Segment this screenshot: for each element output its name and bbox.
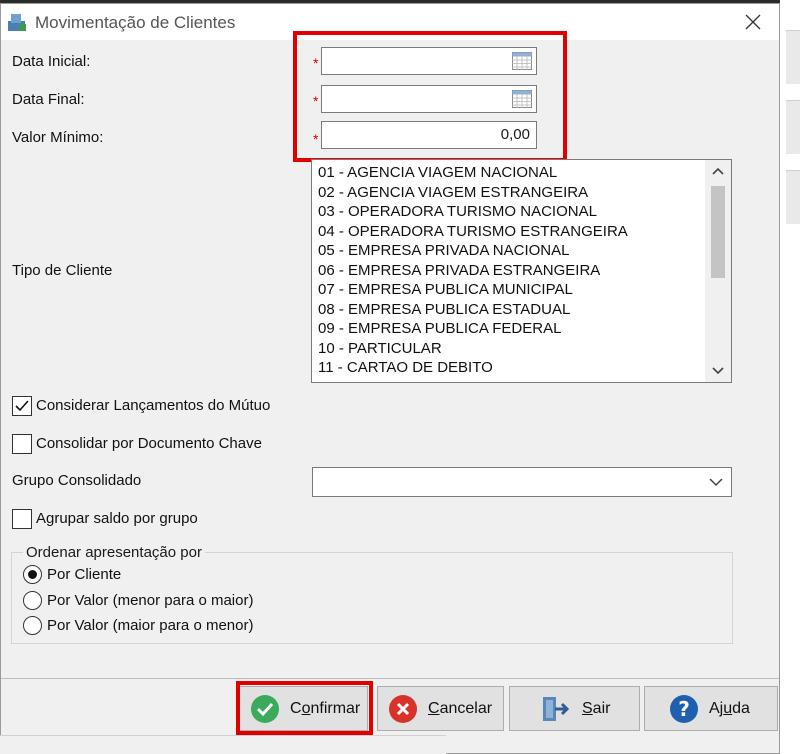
tipo-cliente-listbox[interactable]: 01 - AGENCIA VIAGEM NACIONAL 02 - AGENCI… [311,159,732,383]
list-item[interactable]: 10 - PARTICULAR [318,339,628,359]
background-bottom [0,735,446,754]
list-item[interactable]: 03 - OPERADORA TURISMO NACIONAL [318,202,628,222]
ajuda-button[interactable]: ? Ajuda [644,686,778,731]
list-item[interactable]: 02 - AGENCIA VIAGEM ESTRANGEIRA [318,183,628,203]
tipo-cliente-label: Tipo de Cliente [12,262,113,279]
sair-button[interactable]: Sair [509,686,640,731]
cancelar-button[interactable]: Cancelar [377,686,504,731]
data-final-label: Data Final: [12,91,85,108]
window-title: Movimentação de Clientes [35,13,236,32]
close-icon [745,14,761,30]
calendar-icon[interactable] [512,52,532,70]
data-final-input[interactable] [321,85,537,113]
chevron-down-icon [709,478,723,487]
considerar-mutuo-checkbox[interactable] [12,396,32,416]
radio-label-por-cliente[interactable]: Por Cliente [47,566,121,583]
list-item[interactable]: 06 - EMPRESA PRIVADA ESTRANGEIRA [318,261,628,281]
valor-minimo-input[interactable]: 0,00 [321,121,537,149]
valor-minimo-label: Valor Mínimo: [12,129,104,146]
footer-separator [1,678,779,679]
list-item[interactable]: 07 - EMPRESA PUBLICA MUNICIPAL [318,280,628,300]
agrupar-saldo-checkbox[interactable] [12,509,32,529]
calendar-icon[interactable] [512,90,532,108]
ordenar-title: Ordenar apresentação por [23,544,205,561]
considerar-mutuo-label[interactable]: Considerar Lançamentos do Mútuo [36,397,270,414]
checkmark-icon [15,400,29,412]
chevron-down-icon [712,367,724,375]
required-marker: * [313,131,319,147]
consolidar-doc-label[interactable]: Consolidar por Documento Chave [36,435,262,452]
consolidar-doc-checkbox[interactable] [12,434,32,454]
required-marker: * [313,93,319,109]
grupo-consolidado-select[interactable] [312,467,732,497]
check-circle-icon [251,695,279,723]
list-item[interactable]: 08 - EMPRESA PUBLICA ESTADUAL [318,300,628,320]
help-circle-icon: ? [670,695,698,723]
listbox-scrollbar[interactable] [705,160,731,382]
cancel-circle-icon [389,695,417,723]
list-item[interactable]: 11 - CARTAO DE DEBITO [318,358,628,378]
data-inicial-label: Data Inicial: [12,53,91,70]
close-button[interactable] [729,6,777,38]
list-item[interactable]: 05 - EMPRESA PRIVADA NACIONAL [318,241,628,261]
list-item[interactable]: 01 - AGENCIA VIAGEM NACIONAL [318,163,628,183]
agrupar-saldo-label[interactable]: Agrupar saldo por grupo [36,510,198,527]
grupo-consolidado-label: Grupo Consolidado [12,472,142,489]
radio-por-cliente[interactable] [23,565,42,584]
exit-door-icon [543,697,570,721]
radio-label-por-valor-menor[interactable]: Por Valor (menor para o maior) [47,592,253,609]
list-item[interactable]: 09 - EMPRESA PUBLICA FEDERAL [318,319,628,339]
required-marker: * [313,55,319,71]
radio-por-valor-maior[interactable] [23,616,42,635]
title-bar: Movimentação de Clientes [1,4,779,40]
background-window [780,0,800,754]
radio-por-valor-menor[interactable] [23,591,42,610]
scrollbar-thumb[interactable] [711,186,725,278]
app-icon [8,14,26,31]
svg-text:?: ? [678,697,690,721]
scroll-up-button[interactable] [705,160,731,182]
list-item[interactable]: 04 - OPERADORA TURISMO ESTRANGEIRA [318,222,628,242]
data-inicial-input[interactable] [321,47,537,75]
scroll-down-button[interactable] [705,360,731,382]
dialog-window: Movimentação de Clientes Data Inicial: *… [0,3,780,754]
radio-label-por-valor-maior[interactable]: Por Valor (maior para o menor) [47,617,253,634]
confirmar-button[interactable]: Confirmar [239,686,368,731]
chevron-up-icon [712,167,724,175]
